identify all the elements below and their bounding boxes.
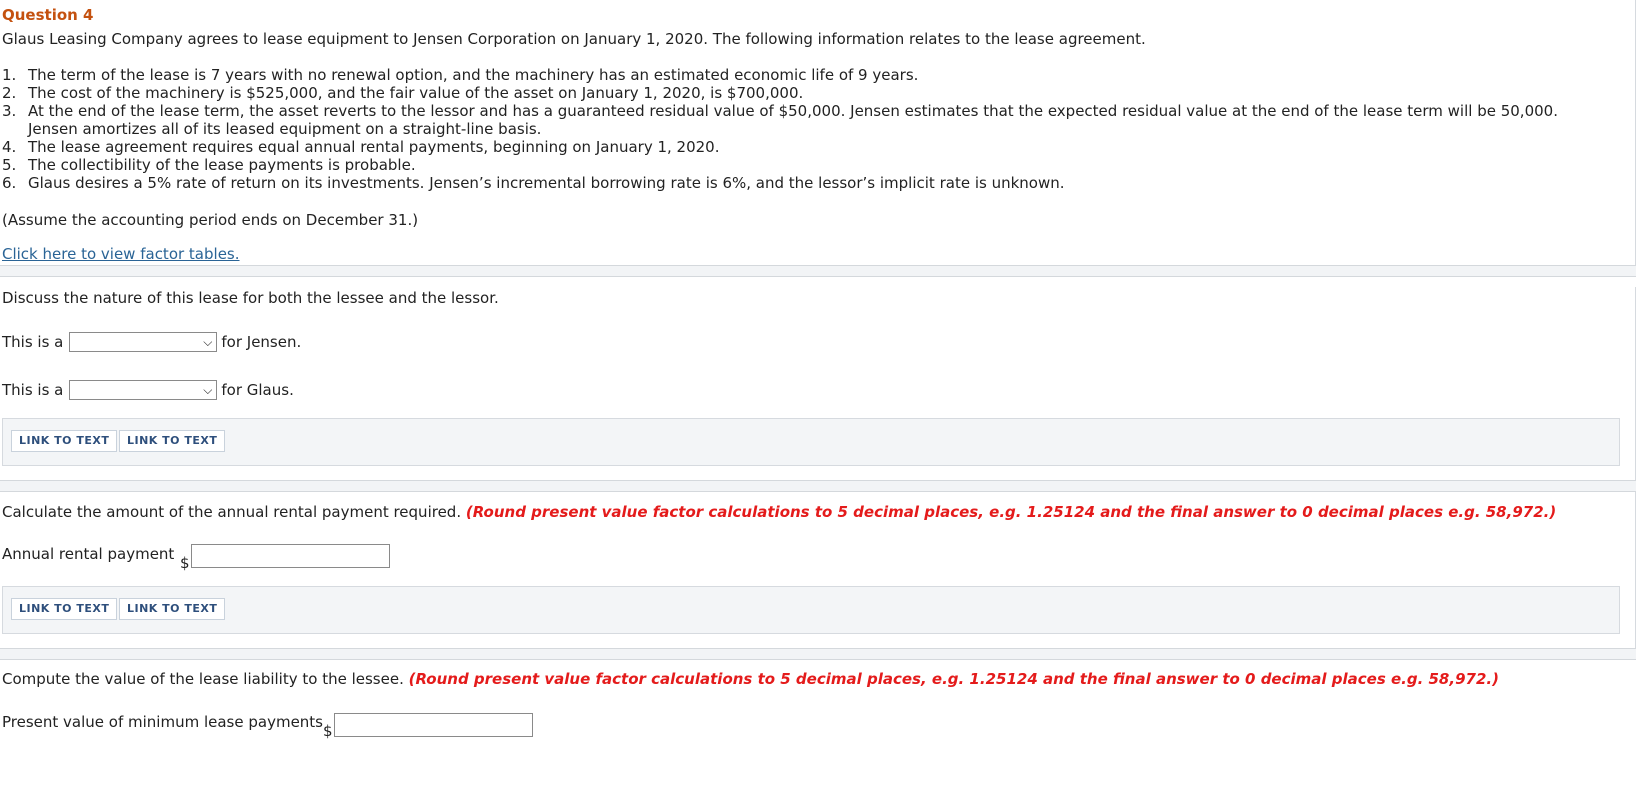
accounting-period-note: (Assume the accounting period ends on De…: [2, 211, 419, 229]
question-intro: Glaus Leasing Company agrees to lease eq…: [2, 30, 1146, 48]
list-item: 6. Glaus desires a 5% rate of return on i…: [2, 174, 1065, 192]
section-divider: [0, 480, 1636, 492]
chevron-down-icon: ⌵: [203, 383, 213, 397]
part-lease-liability: Compute the value of the lease liability…: [0, 660, 1636, 790]
jensen-lease-type-select[interactable]: ⌵: [69, 332, 218, 352]
row-prefix: This is a: [2, 333, 64, 351]
jensen-classification-row: This is a ⌵ for Jensen.: [2, 332, 301, 352]
link-to-text-button[interactable]: LINK TO TEXT: [11, 430, 118, 452]
glaus-lease-type-select[interactable]: ⌵: [69, 380, 218, 400]
part2-prompt: Calculate the amount of the annual renta…: [2, 503, 1557, 521]
annual-rental-label: Annual rental payment: [2, 545, 175, 563]
rounding-instruction: (Round present value factor calculations…: [408, 670, 1499, 688]
present-value-input[interactable]: [334, 713, 533, 737]
part1-prompt: Discuss the nature of this lease for bot…: [2, 289, 499, 307]
link-panel: LINK TO TEXT LINK TO TEXT: [2, 418, 1620, 466]
section-divider: [0, 265, 1636, 277]
row-suffix: for Jensen.: [221, 333, 302, 351]
factor-tables-link[interactable]: Click here to view factor tables.: [2, 245, 240, 263]
link-to-text-button[interactable]: LINK TO TEXT: [11, 598, 118, 620]
part3-prompt: Compute the value of the lease liability…: [2, 670, 1499, 688]
link-panel: LINK TO TEXT LINK TO TEXT: [2, 586, 1620, 634]
annual-rental-input[interactable]: [191, 544, 390, 568]
currency-symbol: $: [180, 554, 190, 572]
question-header: Question 4 Glaus Leasing Company agrees …: [0, 0, 1636, 277]
list-item: 4. The lease agreement requires equal ann…: [2, 138, 720, 156]
currency-symbol: $: [323, 722, 333, 740]
list-item: 1. The term of the lease is 7 years with …: [2, 66, 919, 84]
chevron-down-icon: ⌵: [203, 335, 213, 349]
rounding-instruction: (Round present value factor calculations…: [465, 503, 1557, 521]
list-item: 2. The cost of the machinery is $525,000,…: [2, 84, 804, 102]
row-suffix: for Glaus.: [221, 381, 294, 399]
present-value-label: Present value of minimum lease payments: [2, 713, 323, 731]
link-to-text-button[interactable]: LINK TO TEXT: [119, 430, 226, 452]
row-prefix: This is a: [2, 381, 64, 399]
list-item: 5. The collectibility of the lease paymen…: [2, 156, 416, 174]
section-divider: [0, 648, 1636, 660]
glaus-classification-row: This is a ⌵ for Glaus.: [2, 380, 294, 400]
link-to-text-button[interactable]: LINK TO TEXT: [119, 598, 226, 620]
part-annual-rental: Calculate the amount of the annual renta…: [0, 492, 1636, 655]
part-lease-nature: Discuss the nature of this lease for bot…: [0, 277, 1636, 479]
list-item: 3. At the end of the lease term, the asse…: [2, 102, 1558, 138]
question-details-list: 1. The term of the lease is 7 years with …: [2, 66, 1568, 192]
question-title: Question 4: [2, 6, 94, 24]
